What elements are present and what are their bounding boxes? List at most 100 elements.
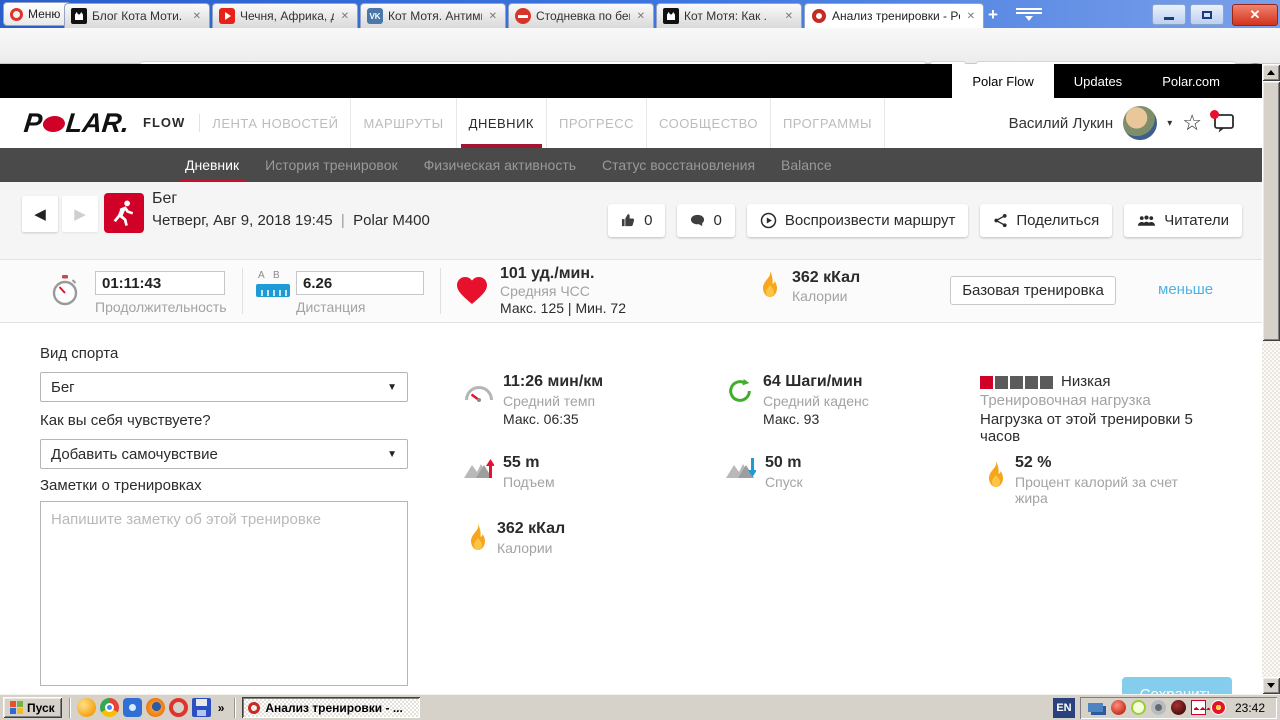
quicklaunch-save-icon[interactable] [192,698,211,717]
sport-select[interactable]: Бег ▼ [40,372,408,402]
tab-title: Блог Кота Моти. [92,9,186,23]
browser-menu-button[interactable]: Меню [3,2,71,26]
tray-network-icon[interactable] [1088,703,1103,712]
heart-rate-icon [456,276,488,305]
quicklaunch-orange-icon[interactable] [77,698,96,717]
avatar[interactable] [1123,106,1157,140]
quicklaunch-blue-app-icon[interactable] [123,698,142,717]
tray-antivirus-icon[interactable] [1111,700,1126,715]
windows-flag-icon [10,701,23,714]
polar-logo[interactable]: PLAR. [22,108,130,139]
quicklaunch-more-icon[interactable]: » [215,701,228,715]
tray-polar-icon[interactable] [1191,700,1206,715]
cat-favicon-icon [663,8,679,24]
tray-target-icon[interactable] [1211,700,1226,715]
readers-button[interactable]: Читатели [1124,204,1242,237]
next-session-button[interactable]: ▶ [62,196,98,232]
cadence-max: Макс. 93 [763,411,869,427]
cadence-circle-icon [726,377,754,405]
quicklaunch-firefox-icon[interactable] [146,698,165,717]
tab-menu-button[interactable] [1016,8,1042,22]
less-link[interactable]: меньше [1158,281,1213,298]
subnav-item-balance[interactable]: Balance [781,148,832,182]
tab-close-icon[interactable]: ✕ [191,11,203,22]
nav-item-community[interactable]: СООБЩЕСТВО [647,98,771,148]
subnav-item-history[interactable]: История тренировок [265,148,397,182]
pace-max: Макс. 06:35 [503,411,603,427]
close-button[interactable]: ✕ [1232,4,1278,26]
distance-input[interactable] [296,271,424,295]
nav-item-progress[interactable]: ПРОГРЕСС [547,98,647,148]
quicklaunch-opera-icon[interactable] [169,698,188,717]
select-caret-icon: ▼ [387,382,397,393]
share-button[interactable]: Поделиться [980,204,1112,237]
ruler-ab-label: A B [258,270,280,281]
nav-item-diary[interactable]: ДНЕВНИК [457,98,547,148]
like-button[interactable]: 0 [608,204,665,237]
browser-tab-active[interactable]: Анализ тренировки - Po ✕ [804,3,984,28]
browser-tab[interactable]: Чечня, Африка, далее ✕ [212,3,358,28]
training-load-block: Низкая Тренировочная нагрузка Нагрузка о… [980,373,1195,445]
notes-textarea[interactable] [40,501,408,686]
nav-item-feed[interactable]: ЛЕНТА НОВОСТЕЙ [200,98,351,148]
calories-metric-value: 362 кКал [497,520,565,538]
subnav-item-recovery[interactable]: Статус восстановления [602,148,755,182]
subnav-item-activity[interactable]: Физическая активность [424,148,576,182]
tab-close-icon[interactable]: ✕ [339,11,351,22]
scrollbar-thumb[interactable] [1262,81,1280,341]
notifications-chat-icon[interactable] [1212,112,1236,134]
running-sport-icon [104,193,144,233]
opera-logo-icon [10,8,23,21]
polar-topbar: Polar Flow Updates Polar.com [0,64,1262,98]
scroll-up-icon[interactable] [1262,64,1280,81]
prev-session-button[interactable]: ◀ [22,196,58,232]
tray-webcam-icon[interactable] [1151,700,1166,715]
replay-route-button[interactable]: Воспроизвести маршрут [747,204,969,237]
tray-lime-icon[interactable] [1131,700,1146,715]
divider [440,268,441,314]
user-name[interactable]: Василий Лукин [1009,115,1114,132]
topbar-link-polar-flow[interactable]: Polar Flow [952,64,1053,98]
nav-item-routes[interactable]: МАРШРУТЫ [351,98,456,148]
save-button[interactable]: Сохранить [1122,677,1232,694]
browser-tab[interactable]: Стодневка по бегу - 1 ✕ [508,3,654,28]
ascent-label: Подъем [503,474,555,490]
tab-close-icon[interactable]: ✕ [783,11,795,22]
browser-tab[interactable]: Кот Мотя: Как . ✕ [656,3,802,28]
vertical-scrollbar[interactable] [1262,64,1280,694]
scroll-down-icon[interactable] [1262,677,1280,694]
distance-ruler-icon [256,282,290,298]
favorites-star-icon[interactable]: ☆ [1182,110,1202,136]
language-indicator[interactable]: EN [1053,698,1075,718]
restore-button[interactable] [1190,4,1224,25]
browser-tab[interactable]: Блог Кота Моти. ✕ [64,3,210,28]
start-button[interactable]: Пуск [3,697,62,718]
page-viewport: Polar Flow Updates Polar.com PLAR. FLOW … [0,64,1262,694]
subnav-item-diary[interactable]: Дневник [185,148,239,182]
user-area: Василий Лукин ▾ ☆ [1009,106,1262,140]
ascent-value: 55 m [503,454,555,472]
tab-title: Кот Мотя. Антимышова [388,9,482,23]
chevron-down-icon[interactable]: ▾ [1167,118,1172,129]
stop-sign-favicon-icon [515,8,531,24]
feeling-select[interactable]: Добавить самочувствие ▼ [40,439,408,469]
minimize-button[interactable] [1152,4,1186,25]
tray-darkred-icon[interactable] [1171,700,1186,715]
youtube-favicon-icon [219,8,235,24]
task-button-active[interactable]: Анализ тренировки - ... [242,697,420,718]
stopwatch-icon [50,274,80,306]
training-benefit-button[interactable]: Базовая тренировка [950,276,1116,305]
descent-value: 50 m [765,454,803,472]
quicklaunch-chrome-icon[interactable] [100,698,119,717]
tab-close-icon[interactable]: ✕ [635,11,647,22]
browser-tab[interactable]: VK Кот Мотя. Антимышова ✕ [360,3,506,28]
tab-close-icon[interactable]: ✕ [487,11,499,22]
session-header: ◀ ▶ Бег Четверг, Авг 9, 2018 19:45 | Pol… [0,182,1262,259]
nav-item-programs[interactable]: ПРОГРАММЫ [771,98,885,148]
tab-close-icon[interactable]: ✕ [965,11,977,22]
new-tab-button[interactable]: + [978,4,1008,26]
topbar-link-polar-com[interactable]: Polar.com [1142,64,1240,98]
topbar-link-updates[interactable]: Updates [1054,64,1142,98]
comment-button[interactable]: 0 [677,204,734,237]
duration-input[interactable] [95,271,225,295]
